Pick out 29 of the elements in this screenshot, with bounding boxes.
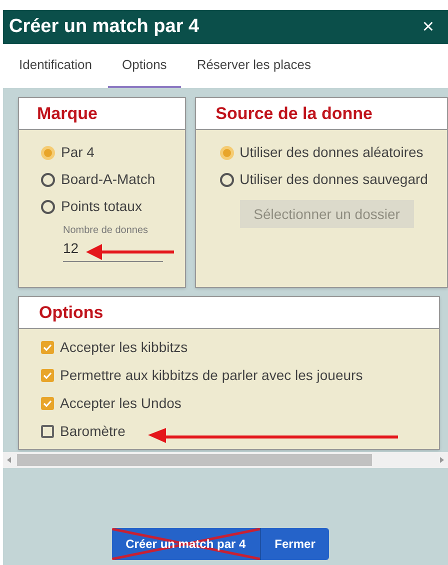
window-title: Créer un match par 4 — [9, 14, 200, 39]
horizontal-scrollbar[interactable] — [3, 452, 448, 468]
tab[interactable]: Identification — [13, 44, 98, 88]
checkbox[interactable] — [41, 397, 54, 410]
panel-title: Source de la donne — [216, 102, 372, 125]
radio-button[interactable] — [220, 172, 234, 186]
close-dialog-button[interactable]: Fermer — [260, 528, 330, 560]
checkbox[interactable] — [41, 341, 54, 354]
panel-title: Marque — [37, 102, 98, 125]
close-button[interactable]: × — [422, 17, 434, 37]
checkbox-label: Permettre aux kibbitzs de parler avec les joueurs — [60, 366, 363, 385]
radio-label: Points totaux — [61, 197, 142, 216]
scroll-left-icon[interactable] — [7, 457, 11, 463]
tab[interactable]: Options — [108, 44, 181, 88]
radio-label: Board-A-Match — [61, 170, 156, 189]
checkbox-label: Accepter les kibbitzs — [60, 338, 188, 357]
scroll-right-icon[interactable] — [440, 457, 444, 463]
radio-button[interactable] — [41, 200, 55, 214]
checkbox[interactable] — [41, 369, 54, 382]
radio-label: Utiliser des donnes sauvegard — [240, 170, 428, 189]
checkbox[interactable] — [41, 425, 54, 438]
checkbox-label: Baromètre — [60, 422, 126, 441]
scrollbar-thumb[interactable] — [17, 454, 372, 466]
radio-button[interactable] — [41, 172, 55, 186]
tab[interactable]: Réserver les places — [190, 44, 317, 88]
checkbox-label: Accepter les Undos — [60, 394, 182, 413]
panel-title: Options — [39, 302, 104, 324]
radio-label: Utiliser des donnes aléatoires — [240, 143, 424, 162]
radio-label: Par 4 — [61, 143, 94, 162]
